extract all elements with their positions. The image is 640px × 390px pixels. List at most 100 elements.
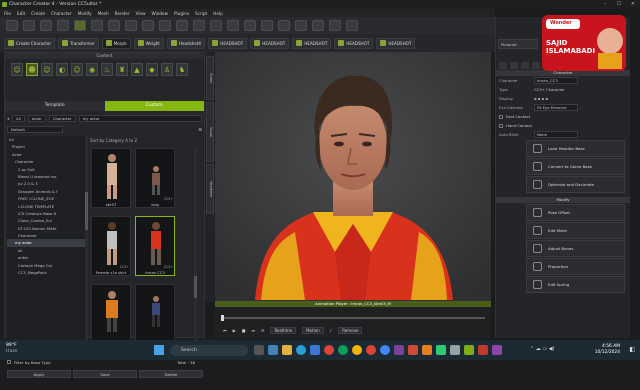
menu-script[interactable]: Script: [195, 11, 207, 16]
list-view-icon[interactable]: ☰: [198, 127, 202, 132]
grid-scrollbar[interactable]: [194, 148, 197, 348]
checkbox[interactable]: [7, 360, 11, 364]
orbit-icon[interactable]: [193, 20, 205, 31]
play-icon[interactable]: ▶: [233, 328, 236, 333]
windows-start-icon[interactable]: [154, 345, 164, 355]
apply-button[interactable]: Apply: [7, 370, 71, 378]
chrome-icon[interactable]: [338, 345, 348, 355]
save-button[interactable]: Save: [73, 370, 137, 378]
headshot-button-1[interactable]: HEADSHOT: [208, 37, 248, 49]
pose-filter-icon[interactable]: ♙: [161, 63, 173, 76]
character-creator-icon[interactable]: [464, 345, 474, 355]
redo-icon[interactable]: [57, 20, 69, 31]
move-icon[interactable]: [91, 20, 103, 31]
tree-item[interactable]: Cartoon Mega Col: [7, 262, 85, 269]
menu-render[interactable]: Render: [115, 11, 130, 16]
headshot-button-3[interactable]: HEADSHOT: [292, 37, 332, 49]
hand-contact-row[interactable]: Hand Contact: [496, 121, 630, 130]
tree-item[interactable]: KT-103 Nomon Mitte: [7, 225, 85, 232]
tree-item[interactable]: Clone_Combo_Sui: [7, 217, 85, 224]
sort-label[interactable]: Sort by Category A to Z: [90, 138, 137, 143]
zoom-icon[interactable]: [159, 20, 171, 31]
tree-item[interactable]: I-CLONE TEMPLATE: [7, 203, 85, 210]
tree-item[interactable]: Character: [7, 232, 85, 239]
loop-icon[interactable]: ⟳: [261, 328, 264, 333]
body-filter-icon[interactable]: ☻: [26, 63, 38, 76]
headshot-button-4[interactable]: HEADSHOT: [334, 37, 374, 49]
scroll-thumb[interactable]: [85, 192, 88, 230]
auto-blink-select[interactable]: None: [534, 131, 578, 138]
physics-icon[interactable]: [329, 20, 341, 31]
close-icon[interactable]: ✕: [626, 0, 640, 9]
open-icon[interactable]: [6, 20, 18, 31]
headshot-button-5[interactable]: HEADSHOT: [376, 37, 416, 49]
content-tile[interactable]: CC3+ Female v1e shirt: [91, 216, 131, 276]
menu-view[interactable]: View: [136, 11, 146, 16]
weight-button[interactable]: Weight: [133, 37, 164, 49]
menu-help[interactable]: Help: [213, 11, 223, 16]
breadcrumb-actor[interactable]: Actor: [27, 115, 46, 122]
optimize-decimate-button[interactable]: Optimize and Decimate: [526, 176, 625, 193]
attribute-icon[interactable]: [499, 62, 507, 69]
edge-icon[interactable]: [296, 345, 306, 355]
pose-offset-button[interactable]: Pose Offset: [526, 204, 625, 221]
chrome-icon[interactable]: [366, 345, 376, 355]
task-view-icon[interactable]: [254, 345, 264, 355]
taskbar-search[interactable]: Search: [170, 345, 248, 356]
morph-button[interactable]: Morph: [101, 37, 131, 49]
tree-item[interactable]: Draugen Animals & f: [7, 188, 85, 195]
pan-icon[interactable]: [176, 20, 188, 31]
checkbox[interactable]: [499, 123, 503, 128]
minimize-icon[interactable]: –: [598, 0, 612, 9]
default-select[interactable]: Default: [7, 125, 63, 133]
bone-icon[interactable]: [312, 20, 324, 31]
create-character-button[interactable]: Create Character: [4, 37, 56, 49]
app-icon[interactable]: [450, 345, 460, 355]
tree-item[interactable]: Actor: [7, 151, 85, 158]
breadcrumb-all[interactable]: All: [12, 115, 25, 122]
clock[interactable]: 4:56 AM 10/12/2024: [595, 344, 620, 355]
menu-edit[interactable]: Edit: [17, 11, 25, 16]
widgets-icon[interactable]: [268, 345, 278, 355]
eyes-filter-icon[interactable]: ◉: [86, 63, 98, 76]
undo-icon[interactable]: [40, 20, 52, 31]
realtime-select[interactable]: Realtime: [270, 327, 297, 334]
breadcrumb-character[interactable]: Character: [48, 115, 76, 122]
tab-template[interactable]: Template: [5, 101, 105, 111]
frame-icon[interactable]: [210, 20, 222, 31]
headshot-button-2[interactable]: HEADSHOT: [250, 37, 290, 49]
tree-item[interactable]: Blessi U-leashed mo: [7, 173, 85, 180]
character-name-field[interactable]: Imran_CC3: [534, 77, 578, 84]
3d-viewport[interactable]: [215, 52, 491, 300]
notification-icon[interactable]: ◧: [629, 346, 635, 353]
actor-filter-icon[interactable]: ☺: [11, 63, 23, 76]
morph-icon[interactable]: [532, 62, 540, 69]
play-start-icon[interactable]: ⏮: [223, 328, 227, 333]
chrome-icon[interactable]: [352, 345, 362, 355]
grid-icon[interactable]: [261, 20, 273, 31]
motion-icon[interactable]: [521, 62, 529, 69]
content-tile[interactable]: [91, 284, 131, 344]
foot-contact-row[interactable]: Foot Contact: [496, 112, 630, 121]
menu-modify[interactable]: Modify: [78, 11, 92, 16]
content-tile[interactable]: CC3+ vlog: [135, 148, 175, 208]
stop-icon[interactable]: ■: [242, 328, 246, 333]
face-filter-icon[interactable]: ☺: [71, 63, 83, 76]
tree-item[interactable]: FREE i-CLONE_ZOE: [7, 195, 85, 202]
save-icon[interactable]: [23, 20, 35, 31]
head-filter-icon[interactable]: ☺: [41, 63, 53, 76]
store-icon[interactable]: [310, 345, 320, 355]
fit-eye-button[interactable]: Fit Eye Element: [534, 104, 578, 111]
app-icon[interactable]: [422, 345, 432, 355]
weather-widget[interactable]: 89°F Haze: [6, 343, 18, 354]
menu-file[interactable]: File: [4, 11, 11, 16]
breadcrumb-my-actor[interactable]: my actor: [78, 115, 202, 122]
tab-custom[interactable]: Custom: [104, 101, 204, 111]
menu-window[interactable]: Window: [152, 11, 169, 16]
menu-create[interactable]: Create: [31, 11, 45, 16]
app-icon[interactable]: [394, 345, 404, 355]
export-icon[interactable]: [346, 20, 358, 31]
tab-visual[interactable]: Visual: [206, 102, 214, 162]
tree-item[interactable]: Character: [7, 158, 85, 165]
headshotx-button[interactable]: HeadshotX: [166, 37, 206, 49]
